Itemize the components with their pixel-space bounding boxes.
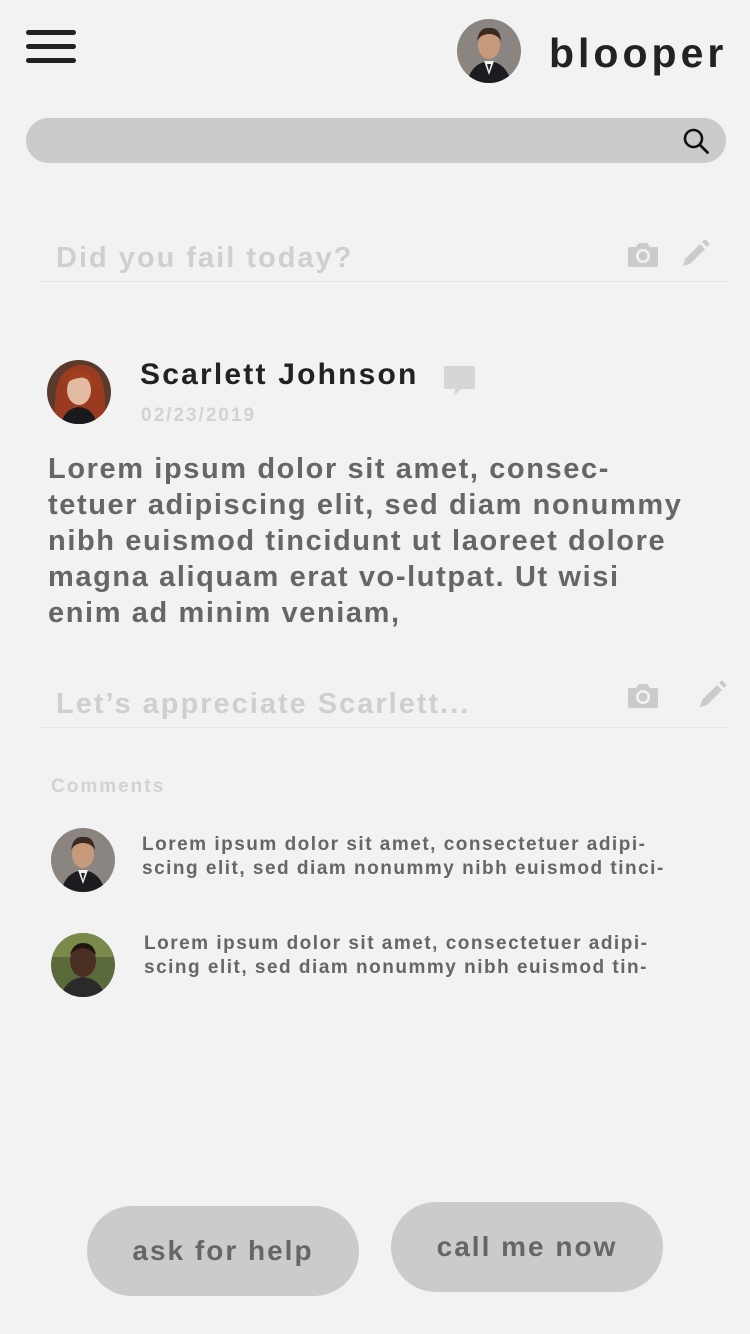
menu-line xyxy=(26,44,76,49)
hamburger-menu-icon[interactable] xyxy=(26,28,76,68)
camera-icon[interactable] xyxy=(627,681,659,709)
menu-line xyxy=(26,30,76,35)
chat-bubble-icon[interactable] xyxy=(444,366,475,396)
pencil-icon[interactable] xyxy=(697,680,727,710)
comment-avatar[interactable] xyxy=(51,828,115,892)
profile-avatar[interactable] xyxy=(457,19,521,83)
comment-text: Lorem ipsum dolor sit amet, consectetuer… xyxy=(142,834,665,879)
pencil-icon[interactable] xyxy=(680,239,710,269)
post-date: 02/23/2019 xyxy=(141,405,257,426)
comment-text: Lorem ipsum dolor sit amet, consectetuer… xyxy=(144,933,649,978)
comments-label: Comments xyxy=(51,776,166,797)
ask-for-help-button[interactable]: ask for help xyxy=(87,1206,359,1296)
call-me-now-button[interactable]: call me now xyxy=(391,1202,663,1292)
reply-input[interactable] xyxy=(56,680,616,728)
menu-line xyxy=(26,58,76,63)
post-author-avatar[interactable] xyxy=(47,360,111,424)
new-post-composer xyxy=(40,234,728,282)
new-post-input[interactable] xyxy=(56,234,616,282)
app-brand: blooper xyxy=(549,30,728,76)
post-author-name[interactable]: Scarlett Johnson xyxy=(140,358,419,392)
post-body: Lorem ipsum dolor sit amet, consec-tetue… xyxy=(48,453,683,629)
camera-icon[interactable] xyxy=(627,240,659,268)
search-input[interactable] xyxy=(46,118,666,163)
reply-composer xyxy=(40,680,728,728)
search-bar[interactable] xyxy=(26,118,726,163)
search-icon[interactable] xyxy=(682,127,710,155)
comment-avatar[interactable] xyxy=(51,933,115,997)
